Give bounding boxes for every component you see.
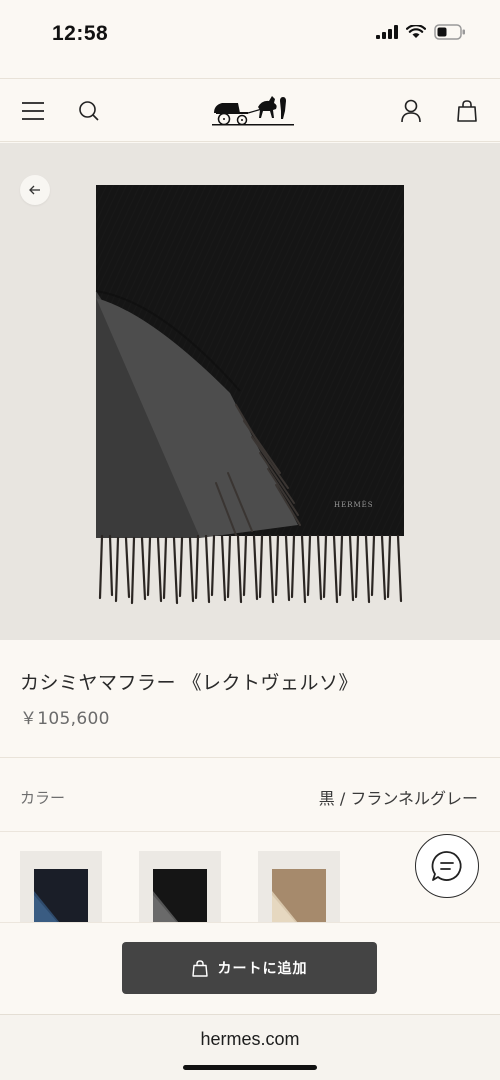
search-icon[interactable] <box>75 97 103 125</box>
product-title: カシミヤマフラー 《レクトヴェルソ》 <box>20 672 359 694</box>
user-icon[interactable] <box>397 97 425 125</box>
swatch-camel[interactable] <box>258 851 340 923</box>
status-bar: 12:58 <box>0 0 500 68</box>
swatch-black-grey[interactable] <box>139 851 221 923</box>
color-selector[interactable]: カラー 黒 / フランネルグレー <box>0 758 500 832</box>
add-to-cart-button[interactable]: カートに追加 <box>122 942 377 994</box>
shopping-bag-icon <box>191 959 208 977</box>
back-button[interactable] <box>20 175 50 205</box>
chat-button[interactable] <box>415 834 479 898</box>
status-time: 12:58 <box>52 22 109 45</box>
battery-icon <box>434 24 465 40</box>
add-to-cart-label: カートに追加 <box>217 961 308 977</box>
browser-url-bar[interactable]: hermes.com <box>0 1014 500 1080</box>
cart-bar: カートに追加 <box>0 922 500 1014</box>
top-navigation <box>0 78 500 142</box>
chat-bubble-icon <box>431 851 462 881</box>
color-value: 黒 / フランネルグレー <box>318 789 478 808</box>
swatch-navy[interactable] <box>20 851 102 923</box>
scarf-brand-label: HERMÈS <box>334 501 374 509</box>
scarf-illustration <box>95 185 404 605</box>
product-price: ￥105,600 <box>20 709 110 729</box>
arrow-left-icon <box>29 185 40 195</box>
product-info: カシミヤマフラー 《レクトヴェルソ》 ￥105,600 <box>0 640 500 758</box>
status-icons <box>376 24 466 40</box>
cellular-signal-icon <box>376 25 398 39</box>
shopping-bag-icon[interactable] <box>453 97 481 125</box>
carriage-logo-icon[interactable] <box>212 91 294 129</box>
color-label: カラー <box>20 789 66 807</box>
wifi-icon <box>406 25 426 38</box>
product-image: HERMÈS <box>0 143 500 640</box>
url-text: hermes.com <box>200 1029 300 1049</box>
hamburger-menu-icon[interactable] <box>19 97 47 125</box>
home-indicator[interactable] <box>183 1065 317 1070</box>
